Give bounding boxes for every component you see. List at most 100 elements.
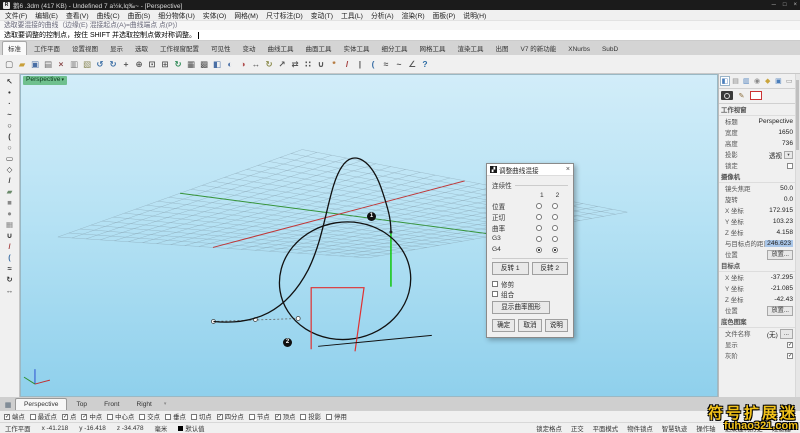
osnap-toggle[interactable]: 交点	[139, 412, 160, 421]
maximize-button[interactable]: □	[783, 2, 787, 8]
curve-tools-icon[interactable]: ~	[393, 57, 405, 71]
property-value[interactable]: 50.0	[780, 185, 793, 192]
property-button[interactable]: 放置...	[767, 306, 793, 316]
radio-curve-1[interactable]	[536, 225, 542, 231]
property-value[interactable]: 4.158	[776, 229, 793, 236]
save-icon[interactable]: ▣	[29, 57, 41, 71]
status-toggle[interactable]: 物件锁点	[627, 424, 653, 433]
radio-curve-1[interactable]	[536, 236, 542, 242]
osnap-toggle[interactable]: 节点	[249, 412, 270, 421]
checkbox[interactable]	[81, 414, 87, 420]
toolbar-tab[interactable]: 可见性	[206, 42, 236, 55]
radio-curve-1[interactable]	[536, 214, 542, 220]
radio-curve-1[interactable]	[536, 203, 542, 209]
transform-icon[interactable]: ↻	[2, 274, 18, 285]
rotate-icon[interactable]: ↻	[263, 57, 275, 71]
join-icon[interactable]: ∪	[2, 230, 18, 241]
checkbox[interactable]	[326, 414, 332, 420]
close-icon[interactable]: ×	[566, 166, 570, 173]
layers-tab-icon[interactable]: ▤	[731, 76, 741, 86]
shaded-view-icon[interactable]: ◐	[224, 57, 236, 71]
red-rectangle-curve[interactable]	[311, 288, 364, 352]
status-toggle[interactable]: 正交	[571, 424, 584, 433]
redo-icon[interactable]: ↻	[107, 57, 119, 71]
dialog-checkbox-row[interactable]: 修剪	[492, 279, 568, 289]
curve-icon[interactable]: ~	[2, 109, 18, 120]
line-icon[interactable]: /	[2, 175, 18, 186]
command-prompt[interactable]: 选取要调整的控制点，按住 SHIFT 并选取控制点做对称调整。	[0, 30, 800, 41]
viewport-layout-icon[interactable]: ▦	[2, 400, 14, 410]
minimize-button[interactable]: ─	[772, 2, 776, 8]
toolbar-tab[interactable]: 标准	[2, 41, 27, 55]
zoom-window-icon[interactable]: ⊡	[146, 57, 158, 71]
menu-item[interactable]: 尺寸标注(D)	[266, 10, 303, 20]
dialog-title-bar[interactable]: ▞ 调整曲线混接 ×	[487, 164, 573, 176]
split-icon[interactable]: |	[354, 57, 366, 71]
property-value[interactable]: 透视	[769, 150, 782, 160]
property-checkbox[interactable]	[787, 342, 793, 348]
status-toggle[interactable]: 智慧轨迹	[662, 424, 688, 433]
checkbox[interactable]	[139, 414, 145, 420]
radio-curve-2[interactable]	[552, 236, 558, 242]
toolbar-tab[interactable]: V7 的新功能	[516, 42, 562, 55]
mirror-icon[interactable]: ⇄	[289, 57, 301, 71]
status-field[interactable]: y -16.418	[79, 424, 106, 433]
offset-icon[interactable]: ≈	[380, 57, 392, 71]
help-tab-icon[interactable]: ▣	[774, 76, 784, 86]
property-value[interactable]: -42.43	[774, 296, 793, 303]
blend-input-curve-2[interactable]	[318, 335, 432, 346]
arc-icon[interactable]: (	[2, 131, 18, 142]
menu-item[interactable]: 编辑(E)	[35, 10, 58, 20]
ok-button[interactable]: 确定	[492, 319, 515, 332]
sphere-icon[interactable]: ●	[2, 208, 18, 219]
offset-icon[interactable]: ≈	[2, 263, 18, 274]
toolbar-tab[interactable]: 工作视窗配置	[155, 42, 204, 55]
menu-item[interactable]: 查看(V)	[66, 10, 89, 20]
display-tab-icon[interactable]: ▥	[741, 76, 751, 86]
menu-item[interactable]: 面板(P)	[433, 10, 456, 20]
trim-icon[interactable]: /	[341, 57, 353, 71]
checkbox[interactable]	[165, 414, 171, 420]
open-folder-icon[interactable]: ▰	[16, 57, 28, 71]
menu-item[interactable]: 细分物体(U)	[158, 10, 195, 20]
chevron-down-icon[interactable]: ▾	[161, 399, 170, 410]
control-points-icon[interactable]: •	[2, 87, 18, 98]
property-value[interactable]: (无)	[767, 329, 778, 339]
menu-item[interactable]: 变动(T)	[311, 10, 333, 20]
checkbox[interactable]	[30, 414, 36, 420]
fillet-icon[interactable]: (	[367, 57, 379, 71]
osnap-toggle[interactable]: 端点	[4, 412, 25, 421]
notes-tab-icon[interactable]: ▭	[784, 76, 794, 86]
toolbar-tab[interactable]: 出图	[491, 42, 514, 55]
property-value[interactable]: 736	[782, 140, 793, 147]
toolbar-tab[interactable]: XNurbs	[563, 45, 595, 55]
osnap-toggle[interactable]: 切点	[191, 412, 212, 421]
display-mode-icon[interactable]: ◧	[211, 57, 223, 71]
status-toggle[interactable]: 平面模式	[593, 424, 619, 433]
viewport-canvas[interactable]	[21, 75, 717, 396]
radio-curve-1[interactable]	[536, 247, 542, 253]
osnap-toggle[interactable]: 四分点	[217, 412, 244, 421]
checkbox[interactable]	[275, 414, 281, 420]
toolbar-tab[interactable]: 实体工具	[339, 42, 375, 55]
close-button[interactable]: ×	[793, 2, 797, 8]
properties-tab-icon[interactable]: ◧	[720, 76, 730, 86]
checkbox[interactable]	[249, 414, 255, 420]
join-icon[interactable]: ∪	[315, 57, 327, 71]
flip-1-button[interactable]: 反转 1	[492, 262, 529, 275]
viewport-tab[interactable]: Right	[128, 399, 159, 410]
dialog-checkbox-row[interactable]: 组合	[492, 289, 568, 299]
show-curvature-graph-button[interactable]: 显示曲率图形	[492, 301, 550, 314]
property-button[interactable]: 放置...	[767, 250, 793, 260]
status-field[interactable]: 默认值	[178, 424, 204, 433]
cut-icon[interactable]: ×	[55, 57, 67, 71]
zoom-icon[interactable]: ⊕	[133, 57, 145, 71]
checkbox[interactable]	[492, 281, 498, 287]
radio-curve-2[interactable]	[552, 247, 558, 253]
four-viewports-icon[interactable]: ▦	[185, 57, 197, 71]
surface-icon[interactable]: ▰	[2, 186, 18, 197]
status-field[interactable]: 毫米	[155, 424, 168, 433]
property-checkbox[interactable]	[787, 163, 793, 169]
menu-item[interactable]: 实体(O)	[203, 10, 226, 20]
property-value[interactable]: 103.23	[773, 218, 793, 225]
